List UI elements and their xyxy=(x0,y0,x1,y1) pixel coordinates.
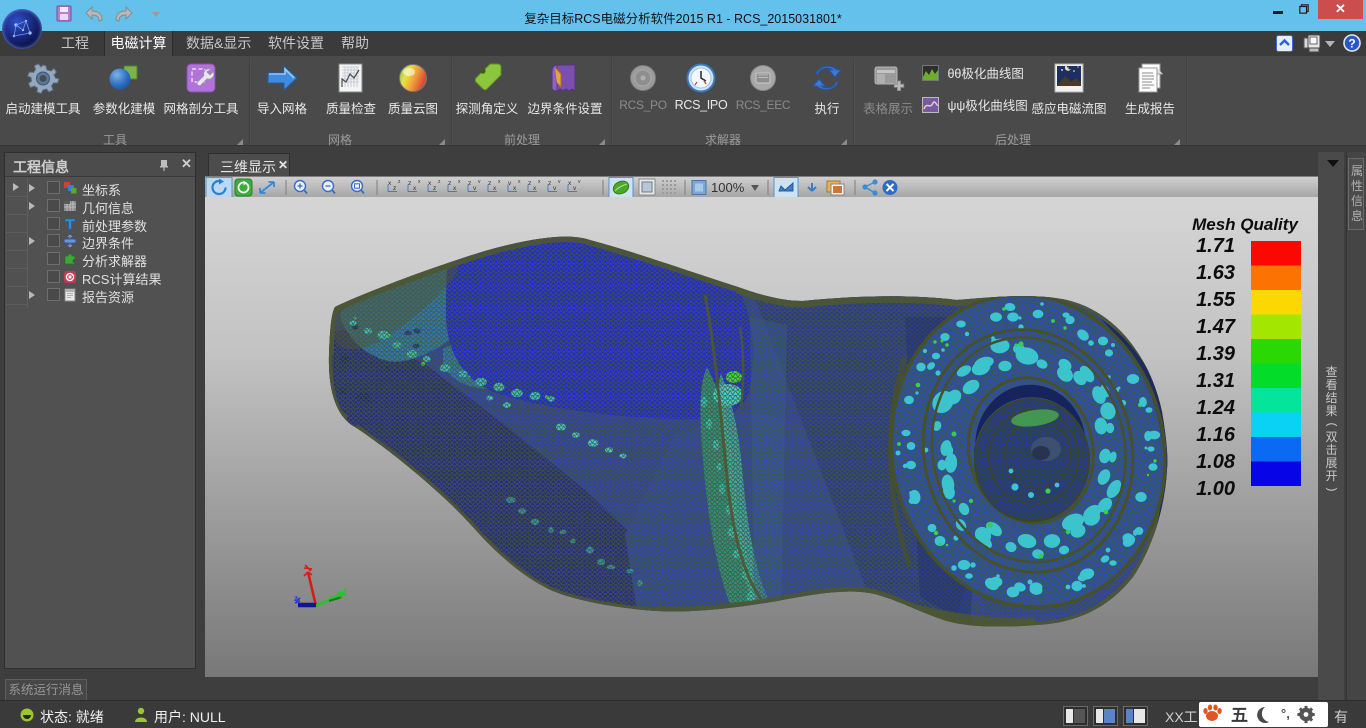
svg-text:x: x xyxy=(458,179,461,185)
svg-text:z: z xyxy=(398,179,401,185)
svg-text:z: z xyxy=(294,594,298,603)
svg-text:1.16: 1.16 xyxy=(1196,424,1236,446)
svg-text:x: x xyxy=(513,185,517,192)
svg-text:z: z xyxy=(433,185,436,192)
svg-text:1.47: 1.47 xyxy=(1196,316,1236,338)
svg-text:1.31: 1.31 xyxy=(1196,370,1235,392)
svg-text:v: v xyxy=(553,185,557,192)
svg-text:x: x xyxy=(388,180,392,187)
svg-text:1.63: 1.63 xyxy=(1196,262,1235,284)
svg-text:°,: °, xyxy=(1281,706,1290,721)
svg-text:?: ? xyxy=(1348,37,1355,51)
svg-text:z: z xyxy=(393,185,396,192)
svg-text:1.55: 1.55 xyxy=(1196,289,1236,311)
svg-text:100%: 100% xyxy=(711,180,745,195)
svg-text:x: x xyxy=(518,179,521,185)
svg-text:1.00: 1.00 xyxy=(1196,478,1235,500)
svg-text:x: x xyxy=(418,179,421,185)
svg-text:x: x xyxy=(498,179,501,185)
svg-text:1.08: 1.08 xyxy=(1196,451,1236,473)
svg-text:五: 五 xyxy=(1231,706,1248,725)
svg-text:1.24: 1.24 xyxy=(1196,397,1235,419)
svg-text:1.71: 1.71 xyxy=(1196,235,1235,257)
svg-text:x: x xyxy=(453,185,457,192)
svg-text:x: x xyxy=(428,180,432,187)
svg-text:v: v xyxy=(558,179,561,185)
svg-text:x: x xyxy=(533,185,537,192)
svg-text:x: x xyxy=(413,185,417,192)
svg-text:x: x xyxy=(568,180,572,187)
svg-text:v: v xyxy=(573,185,577,192)
svg-text:v: v xyxy=(578,179,581,185)
svg-text:x: x xyxy=(493,185,497,192)
svg-text:Mesh Quality: Mesh Quality xyxy=(1192,215,1299,234)
svg-text:v: v xyxy=(508,180,512,187)
svg-text:1.39: 1.39 xyxy=(1196,343,1236,365)
svg-text:v: v xyxy=(473,185,477,192)
svg-text:z: z xyxy=(438,179,441,185)
svg-text:x: x xyxy=(538,179,541,185)
svg-text:v: v xyxy=(478,179,481,185)
